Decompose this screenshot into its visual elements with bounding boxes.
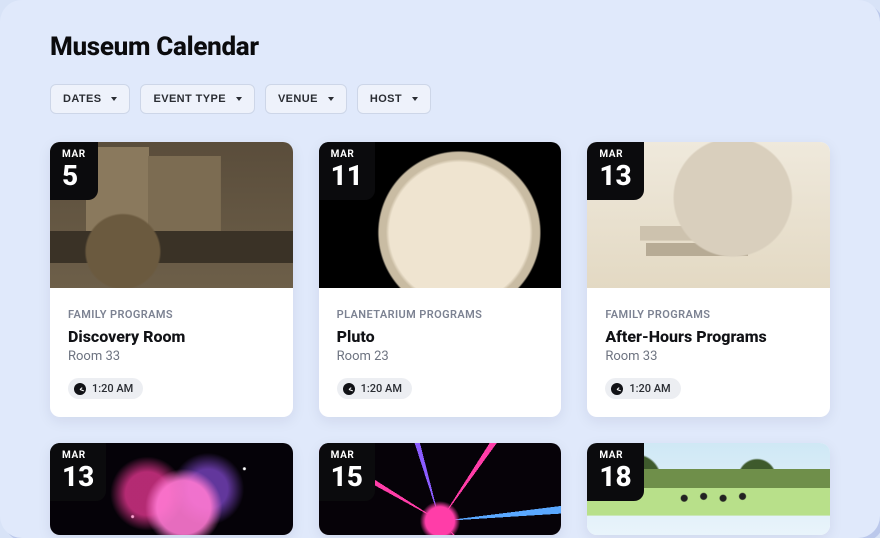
event-time: 1:20 AM (361, 382, 402, 395)
event-title: Discovery Room (68, 327, 275, 346)
event-card[interactable]: MAR 15 (319, 443, 562, 535)
event-image: MAR 5 (50, 142, 293, 288)
date-month: MAR (599, 451, 631, 461)
filter-host[interactable]: HOST (357, 84, 431, 114)
date-tab: MAR 11 (319, 142, 375, 200)
clock-icon (74, 383, 86, 395)
date-tab: MAR 15 (319, 443, 375, 501)
event-title: After-Hours Programs (605, 327, 812, 346)
event-card[interactable]: MAR 18 (587, 443, 830, 535)
clock-icon (343, 383, 355, 395)
event-image: MAR 18 (587, 443, 830, 535)
date-day: 13 (599, 162, 631, 190)
event-card[interactable]: MAR 13 (50, 443, 293, 535)
event-card[interactable]: MAR 5 FAMILY PROGRAMS Discovery Room Roo… (50, 142, 293, 417)
event-time-chip: 1:20 AM (337, 378, 412, 399)
event-time-chip: 1:20 AM (68, 378, 143, 399)
date-tab: MAR 18 (587, 443, 643, 501)
event-image: MAR 15 (319, 443, 562, 535)
filter-dates[interactable]: DATES (50, 84, 130, 114)
date-day: 15 (331, 463, 363, 491)
event-card[interactable]: MAR 11 PLANETARIUM PROGRAMS Pluto Room 2… (319, 142, 562, 417)
event-grid: MAR 5 FAMILY PROGRAMS Discovery Room Roo… (50, 142, 830, 535)
event-category: PLANETARIUM PROGRAMS (337, 308, 544, 321)
date-day: 11 (331, 162, 363, 190)
chevron-down-icon (111, 97, 117, 101)
event-room: Room 33 (68, 349, 275, 364)
date-tab: MAR 13 (587, 142, 643, 200)
filter-label: EVENT TYPE (153, 93, 225, 105)
date-tab: MAR 13 (50, 443, 106, 501)
filter-label: HOST (370, 93, 402, 105)
filter-label: VENUE (278, 93, 318, 105)
chevron-down-icon (412, 97, 418, 101)
chevron-down-icon (328, 97, 334, 101)
date-tab: MAR 5 (50, 142, 98, 200)
event-category: FAMILY PROGRAMS (68, 308, 275, 321)
event-title: Pluto (337, 327, 544, 346)
clock-icon (611, 383, 623, 395)
event-time: 1:20 AM (92, 382, 133, 395)
event-category: FAMILY PROGRAMS (605, 308, 812, 321)
page-title: Museum Calendar (50, 32, 830, 62)
chevron-down-icon (236, 97, 242, 101)
filter-label: DATES (63, 93, 101, 105)
filter-bar: DATES EVENT TYPE VENUE HOST (50, 84, 830, 114)
event-image: MAR 13 (587, 142, 830, 288)
filter-venue[interactable]: VENUE (265, 84, 347, 114)
event-image: MAR 11 (319, 142, 562, 288)
event-room: Room 33 (605, 349, 812, 364)
event-room: Room 23 (337, 349, 544, 364)
event-time: 1:20 AM (629, 382, 670, 395)
date-day: 5 (62, 162, 86, 190)
date-day: 13 (62, 463, 94, 491)
date-day: 18 (599, 463, 631, 491)
filter-event-type[interactable]: EVENT TYPE (140, 84, 254, 114)
event-card[interactable]: MAR 13 FAMILY PROGRAMS After-Hours Progr… (587, 142, 830, 417)
event-image: MAR 13 (50, 443, 293, 535)
event-time-chip: 1:20 AM (605, 378, 680, 399)
